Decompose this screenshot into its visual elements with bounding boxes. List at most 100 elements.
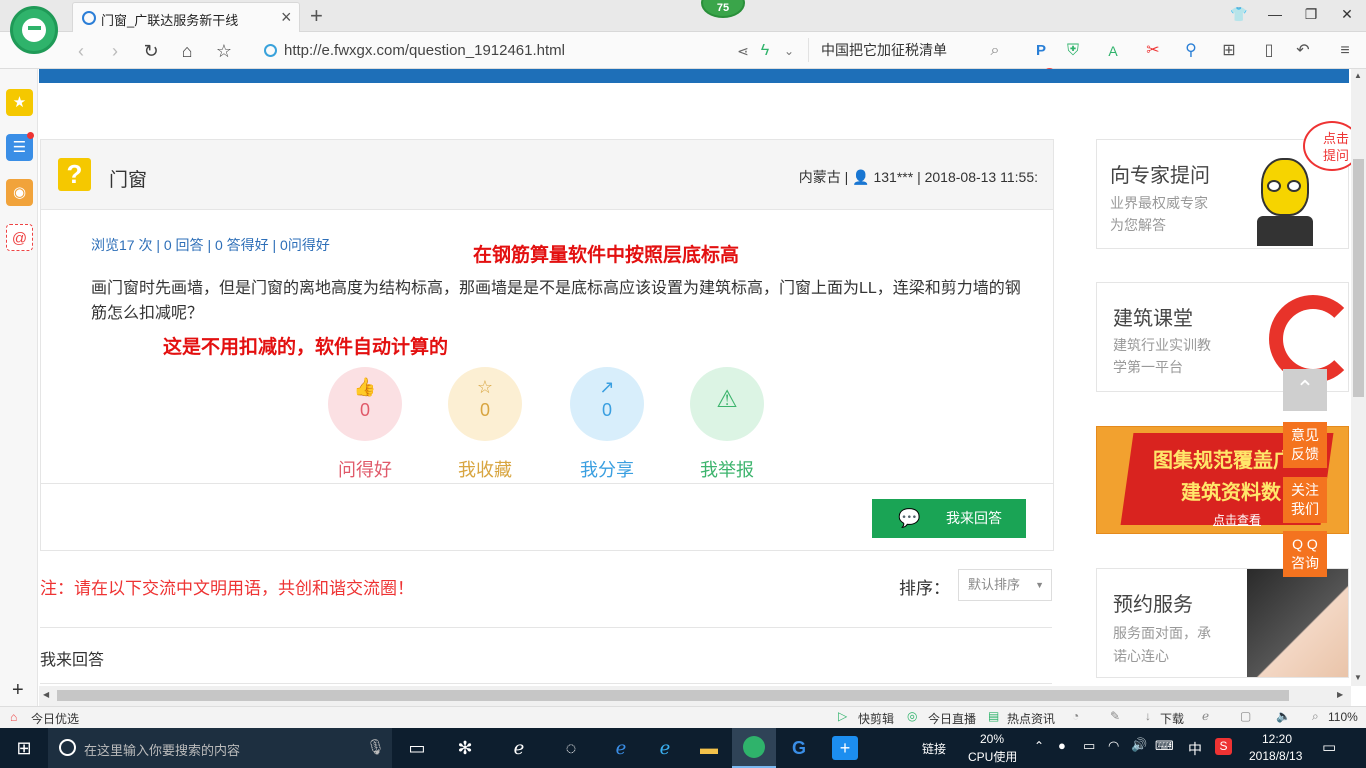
news-icon: ▤ — [988, 709, 1000, 723]
clock-time[interactable]: 12:20 — [1262, 732, 1292, 746]
tab-close-icon[interactable]: × — [281, 7, 292, 28]
speed-icon[interactable]: ◔ — [1072, 709, 1079, 723]
class-line1: 建筑行业实训教 — [1113, 337, 1211, 353]
ask-good-button[interactable]: 👍 0 — [328, 367, 402, 441]
report-label[interactable]: 我举报 — [677, 456, 777, 482]
vertical-scroll-thumb[interactable] — [1353, 159, 1364, 397]
volume-tray-icon[interactable]: 🔊 — [1131, 737, 1147, 753]
apps-icon[interactable]: ⊞ — [1218, 40, 1240, 62]
ask-good-label[interactable]: 问得好 — [315, 456, 415, 482]
edge-icon[interactable]: ℯ — [608, 736, 634, 760]
address-bar[interactable]: http://e.fwxgx.com/question_1912461.html — [284, 40, 754, 62]
question-title: 门窗 — [109, 170, 148, 191]
tray-expand-icon[interactable]: ⌃ — [1034, 739, 1044, 753]
feedback-button[interactable]: 意见 反馈 — [1283, 422, 1327, 468]
sogou-icon[interactable]: S — [1215, 738, 1232, 755]
qq-consult-button[interactable]: Q Q 咨询 — [1283, 531, 1327, 577]
follow-us-button[interactable]: 关注 我们 — [1283, 477, 1327, 523]
news-link[interactable]: 热点资讯 — [1007, 710, 1055, 727]
fan-app-icon[interactable]: ✻ — [452, 736, 478, 760]
ime-indicator[interactable]: 中 — [1188, 739, 1202, 759]
collect-label[interactable]: 我收藏 — [435, 456, 535, 482]
horizontal-scrollbar[interactable]: ◀ ▶ — [39, 686, 1351, 706]
back-icon[interactable]: ‹ — [70, 40, 92, 62]
app-notify-icon[interactable]: ◌ — [558, 736, 584, 760]
speed-badge[interactable]: 75 — [701, 0, 745, 18]
ie-mode-icon[interactable]: ℯ — [1202, 709, 1209, 723]
scroll-right-arrow[interactable]: ▶ — [1337, 690, 1343, 699]
menu-icon[interactable]: ≡ — [1334, 40, 1356, 62]
pin-icon[interactable]: ✎ — [1110, 709, 1120, 723]
scroll-up-arrow[interactable]: ▲ — [1354, 71, 1362, 80]
plus-app-icon[interactable]: + — [832, 736, 858, 760]
volume-icon[interactable]: 🔈 — [1276, 709, 1291, 723]
magnifier-icon[interactable]: ⚲ — [1180, 40, 1202, 62]
skin-icon[interactable]: 👕 — [1228, 6, 1250, 26]
forward-icon[interactable]: › — [104, 40, 126, 62]
share-button[interactable]: ↗ 0 — [570, 367, 644, 441]
expert-mascot — [1247, 150, 1321, 246]
new-tab-button[interactable]: + — [310, 3, 323, 29]
favorite-star-icon[interactable]: ☆ — [213, 40, 235, 62]
minimize-button[interactable]: — — [1264, 6, 1286, 26]
window-icon[interactable]: ▢ — [1240, 709, 1251, 723]
today-pick-link[interactable]: 今日优选 — [31, 710, 79, 727]
share-count: 0 — [601, 400, 612, 420]
action-center-icon[interactable]: ▭ — [1322, 738, 1336, 756]
favorites-star-icon[interactable]: ★ — [6, 89, 33, 116]
lightning-icon[interactable]: ϟ — [754, 40, 776, 62]
banner-link[interactable]: 点击查看 — [1213, 511, 1261, 528]
active-browser-taskbar-item[interactable] — [732, 728, 776, 768]
vertical-scrollbar[interactable]: ▲ ▼ — [1351, 69, 1366, 686]
search-icon[interactable]: ⌕ — [984, 40, 1006, 62]
taskbar-search-input[interactable]: 在这里输入你要搜索的内容 🎙 — [48, 728, 392, 768]
back-to-top-button[interactable]: ⌃ — [1283, 369, 1327, 411]
links-label[interactable]: 链接 — [922, 740, 946, 757]
home-icon[interactable]: ⌂ — [176, 40, 198, 62]
translate-icon[interactable]: A — [1102, 40, 1124, 62]
task-view-icon[interactable]: ▭ — [404, 736, 430, 760]
clock-date[interactable]: 2018/8/13 — [1249, 749, 1302, 763]
share-icon[interactable]: ⋖ — [732, 40, 754, 62]
windows-start-icon[interactable]: ⊞ — [11, 736, 37, 760]
refresh-icon[interactable]: ↻ — [140, 40, 162, 62]
search-input[interactable]: 中国把它加征税清单 — [808, 38, 1008, 62]
close-button[interactable]: ✕ — [1336, 6, 1358, 26]
report-button[interactable]: ⚠ — [690, 367, 764, 441]
add-sidebar-icon[interactable]: + — [12, 679, 24, 702]
cortana-icon — [59, 739, 76, 756]
file-explorer-icon[interactable]: ▬ — [696, 736, 722, 760]
maximize-button[interactable]: ❐ — [1300, 6, 1322, 26]
browser-logo-icon[interactable] — [10, 6, 58, 54]
scissors-icon[interactable]: ✂ — [1142, 40, 1164, 62]
download-link[interactable]: 下载 — [1160, 710, 1184, 727]
reading-mode-icon[interactable]: ▯ — [1258, 40, 1280, 62]
live-link[interactable]: 今日直播 — [928, 710, 976, 727]
answer-button[interactable]: 💬 我来回答 — [872, 499, 1026, 538]
zoom-level[interactable]: 110% — [1328, 710, 1358, 724]
share-label[interactable]: 我分享 — [557, 456, 657, 482]
undo-icon[interactable]: ↶ — [1292, 40, 1314, 62]
internet-explorer-icon[interactable]: ℯ — [652, 736, 678, 760]
ie-taskbar-icon[interactable]: ℯ — [506, 736, 532, 760]
horizontal-scroll-thumb[interactable] — [57, 690, 1289, 701]
scroll-down-arrow[interactable]: ▼ — [1354, 673, 1362, 682]
mail-icon[interactable]: @ — [6, 224, 33, 251]
tab-active[interactable]: 门窗_广联达服务新干线 × — [72, 2, 300, 32]
collect-button[interactable]: ☆ 0 — [448, 367, 522, 441]
scroll-left-arrow[interactable]: ◀ — [43, 690, 49, 699]
glodon-icon[interactable]: G — [786, 736, 812, 760]
ip-addon-icon[interactable]: P — [1030, 40, 1052, 62]
keyboard-icon[interactable]: ⌨ — [1155, 738, 1174, 754]
battery-icon[interactable]: ▭ — [1083, 738, 1095, 754]
chevron-down-icon[interactable]: ⌄ — [778, 40, 800, 62]
appointment-card[interactable]: 预约服务 服务面对面，承 诺心连心 — [1096, 568, 1349, 678]
clip-link[interactable]: 快剪辑 — [858, 710, 894, 727]
people-icon[interactable]: ● — [1058, 738, 1066, 753]
sort-select[interactable]: 默认排序 ▼ — [958, 569, 1052, 601]
wifi-icon[interactable]: ◠ — [1108, 738, 1119, 754]
shield-icon[interactable]: ⛨ — [1062, 40, 1084, 62]
weibo-icon[interactable]: ◉ — [6, 179, 33, 206]
microphone-icon[interactable]: 🎙 — [366, 738, 385, 756]
zoom-icon[interactable]: ⌕ — [1312, 709, 1319, 724]
